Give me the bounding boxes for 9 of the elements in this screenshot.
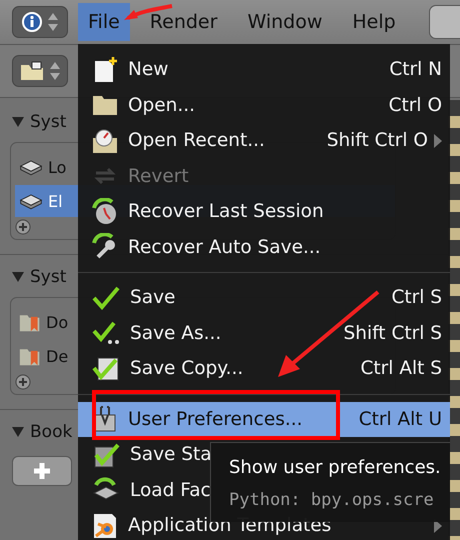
shortcut: Shift Ctrl O bbox=[326, 130, 428, 152]
python-command: Python: bpy.ops.scre bbox=[229, 490, 435, 510]
shortcut: Shift Ctrl S bbox=[344, 322, 442, 344]
tooltip-text: Show user preferences. bbox=[229, 457, 442, 478]
shortcut: Ctrl Alt U bbox=[358, 408, 442, 430]
shortcut: Ctrl N bbox=[389, 59, 442, 80]
shortcut: Ctrl Alt S bbox=[360, 358, 442, 380]
shortcut: Ctrl S bbox=[391, 287, 442, 308]
shortcut: Ctrl O bbox=[388, 94, 442, 116]
